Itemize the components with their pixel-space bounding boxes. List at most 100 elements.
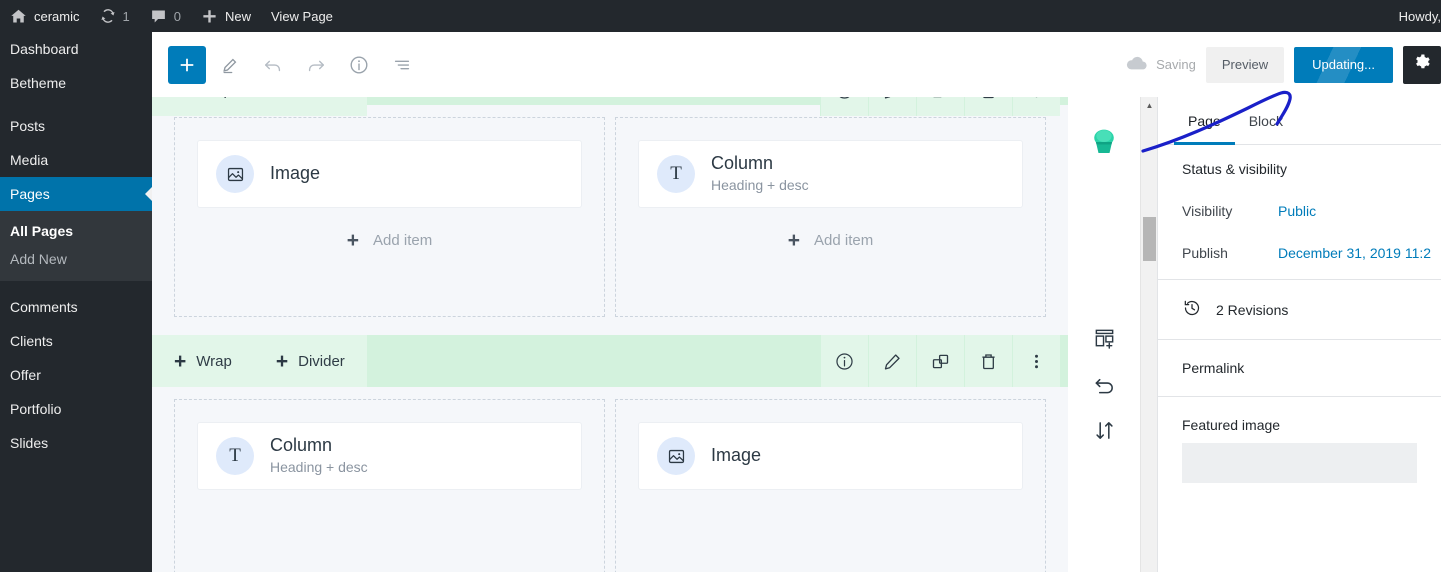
visibility-value-button[interactable]: Public (1278, 203, 1316, 219)
tab-block[interactable]: Block (1235, 97, 1297, 144)
featured-image-placeholder[interactable] (1182, 443, 1417, 483)
gear-icon (1413, 53, 1431, 76)
edit-tool-button[interactable] (211, 46, 249, 84)
publish-date-button[interactable]: December 31, 2019 11:2 (1278, 245, 1431, 261)
update-button[interactable]: Updating... (1294, 46, 1393, 83)
adminbar-site-name[interactable]: ceramic (0, 0, 90, 32)
layout-add-icon[interactable] (1081, 315, 1127, 361)
add-wrap-button[interactable]: + Wrap (152, 97, 254, 116)
adminbar-howdy-label: Howdy, (1398, 8, 1441, 24)
adminbar-view-page[interactable]: View Page (261, 0, 343, 32)
sidebar-item-label: Betheme (10, 75, 67, 91)
editor-canvas[interactable]: + Wrap + Divider (152, 97, 1068, 572)
preview-label: Preview (1221, 57, 1269, 72)
saving-label: Saving (1156, 57, 1196, 72)
permalink-panel[interactable]: Permalink (1158, 340, 1441, 397)
settings-gear-button[interactable] (1403, 45, 1441, 84)
adminbar-updates-count: 1 (122, 8, 130, 24)
sidebar-item-label: Dashboard (10, 41, 79, 57)
sidebar-submenu-label: All Pages (10, 223, 74, 239)
tab-page[interactable]: Page (1174, 97, 1235, 145)
plus-icon: + (787, 228, 801, 252)
sidebar-item-label: Slides (10, 435, 49, 451)
sidebar-item-comments[interactable]: Comments (0, 290, 152, 324)
adminbar-account[interactable]: Howdy, (1389, 0, 1441, 32)
redo-button[interactable] (297, 46, 335, 84)
section-info-button[interactable] (820, 97, 868, 116)
section-toolbar-second[interactable]: + Wrap + Divider (152, 335, 1068, 387)
block-card-image[interactable]: Image (197, 140, 582, 208)
sidebar-submenu-all-pages[interactable]: All Pages (0, 217, 152, 245)
update-label: Updating... (1312, 57, 1375, 72)
revert-undo-icon[interactable] (1081, 361, 1127, 407)
comment-bubble-icon (150, 8, 167, 25)
add-divider-button-2[interactable]: + Divider (253, 335, 367, 387)
block-card-texts: Column Heading + desc (270, 435, 368, 478)
sidebar-item-label: Comments (10, 299, 78, 315)
plus-icon: + (346, 228, 360, 252)
section-info-button-2[interactable] (820, 335, 868, 387)
sidebar-item-media[interactable]: Media (0, 143, 152, 177)
cupcake-logo-icon[interactable] (1081, 119, 1127, 165)
block-card-column-2[interactable]: T Column Heading + desc (197, 422, 582, 490)
section-more-button[interactable] (1012, 97, 1060, 116)
adminbar-site-label: ceramic (34, 8, 80, 24)
revisions-link[interactable]: 2 Revisions (1158, 280, 1441, 340)
sidebar-item-portfolio[interactable]: Portfolio (0, 392, 152, 426)
adminbar-new-content[interactable]: New (191, 0, 261, 32)
sidebar-item-label: Pages (10, 186, 50, 202)
wp-admin-sidebar-menu: Dashboard Betheme Posts Media Pages All … (0, 32, 152, 572)
sidebar-item-betheme[interactable]: Betheme (0, 66, 152, 100)
editor-side-rail (1068, 97, 1140, 572)
preview-button[interactable]: Preview (1205, 46, 1285, 83)
reorder-updown-icon[interactable] (1081, 407, 1127, 453)
section-delete-button[interactable] (964, 97, 1012, 116)
scroll-up-arrow-icon[interactable]: ▲ (1141, 97, 1158, 114)
section-edit-button[interactable] (868, 97, 916, 116)
column-container-left[interactable]: Image + Add item (174, 117, 605, 317)
sidebar-item-posts[interactable]: Posts (0, 109, 152, 143)
column-container-left-2[interactable]: T Column Heading + desc (174, 399, 605, 572)
sidebar-submenu-add-new[interactable]: Add New (0, 245, 152, 273)
saving-indicator: Saving (1126, 55, 1196, 74)
sidebar-item-offer[interactable]: Offer (0, 358, 152, 392)
adminbar-updates[interactable]: 1 (90, 0, 140, 32)
details-button[interactable] (340, 46, 378, 84)
tab-page-label: Page (1188, 112, 1221, 129)
plus-icon: + (276, 97, 288, 101)
section-duplicate-button-2[interactable] (916, 335, 964, 387)
add-item-button-left[interactable]: + Add item (197, 208, 582, 272)
sidebar-item-label: Posts (10, 118, 46, 134)
block-editor-shell: Saving Preview Updating... + W (152, 32, 1441, 572)
plus-icon: + (174, 349, 187, 373)
section-toolbar-top[interactable]: + Wrap + Divider (152, 97, 1068, 116)
add-divider-button[interactable]: + Divider (253, 97, 367, 116)
add-wrap-button-2[interactable]: + Wrap (152, 335, 254, 387)
sidebar-item-label: Offer (10, 367, 41, 383)
sidebar-item-dashboard[interactable]: Dashboard (0, 32, 152, 66)
add-item-button-right[interactable]: + Add item (638, 208, 1023, 272)
canvas-scrollbar[interactable]: ▲ (1140, 97, 1157, 572)
section-duplicate-button[interactable] (916, 97, 964, 116)
sidebar-item-clients[interactable]: Clients (0, 324, 152, 358)
sidebar-submenu-label: Add New (10, 251, 67, 267)
section-row-two: T Column Heading + desc Image (152, 387, 1068, 572)
scrollbar-thumb[interactable] (1143, 217, 1156, 261)
block-card-image-2[interactable]: Image (638, 422, 1023, 490)
undo-button[interactable] (254, 46, 292, 84)
row-publish: Publish December 31, 2019 11:2 (1158, 245, 1441, 261)
panel-status-visibility[interactable]: Status & visibility Visibility Public Pu… (1158, 145, 1441, 280)
sidebar-item-pages[interactable]: Pages (0, 177, 152, 211)
column-container-right-2[interactable]: Image (615, 399, 1046, 572)
block-card-column[interactable]: T Column Heading + desc (638, 140, 1023, 208)
section-delete-button-2[interactable] (964, 335, 1012, 387)
add-block-button[interactable] (168, 45, 206, 84)
section-more-button-2[interactable] (1012, 335, 1060, 387)
list-view-button[interactable] (383, 46, 421, 84)
column-container-right[interactable]: T Column Heading + desc + Add item (615, 117, 1046, 317)
featured-image-panel[interactable]: Featured image (1158, 397, 1441, 443)
sidebar-item-slides[interactable]: Slides (0, 426, 152, 460)
add-wrap-label: Wrap (196, 97, 232, 99)
section-edit-button-2[interactable] (868, 335, 916, 387)
adminbar-comments[interactable]: 0 (140, 0, 191, 32)
